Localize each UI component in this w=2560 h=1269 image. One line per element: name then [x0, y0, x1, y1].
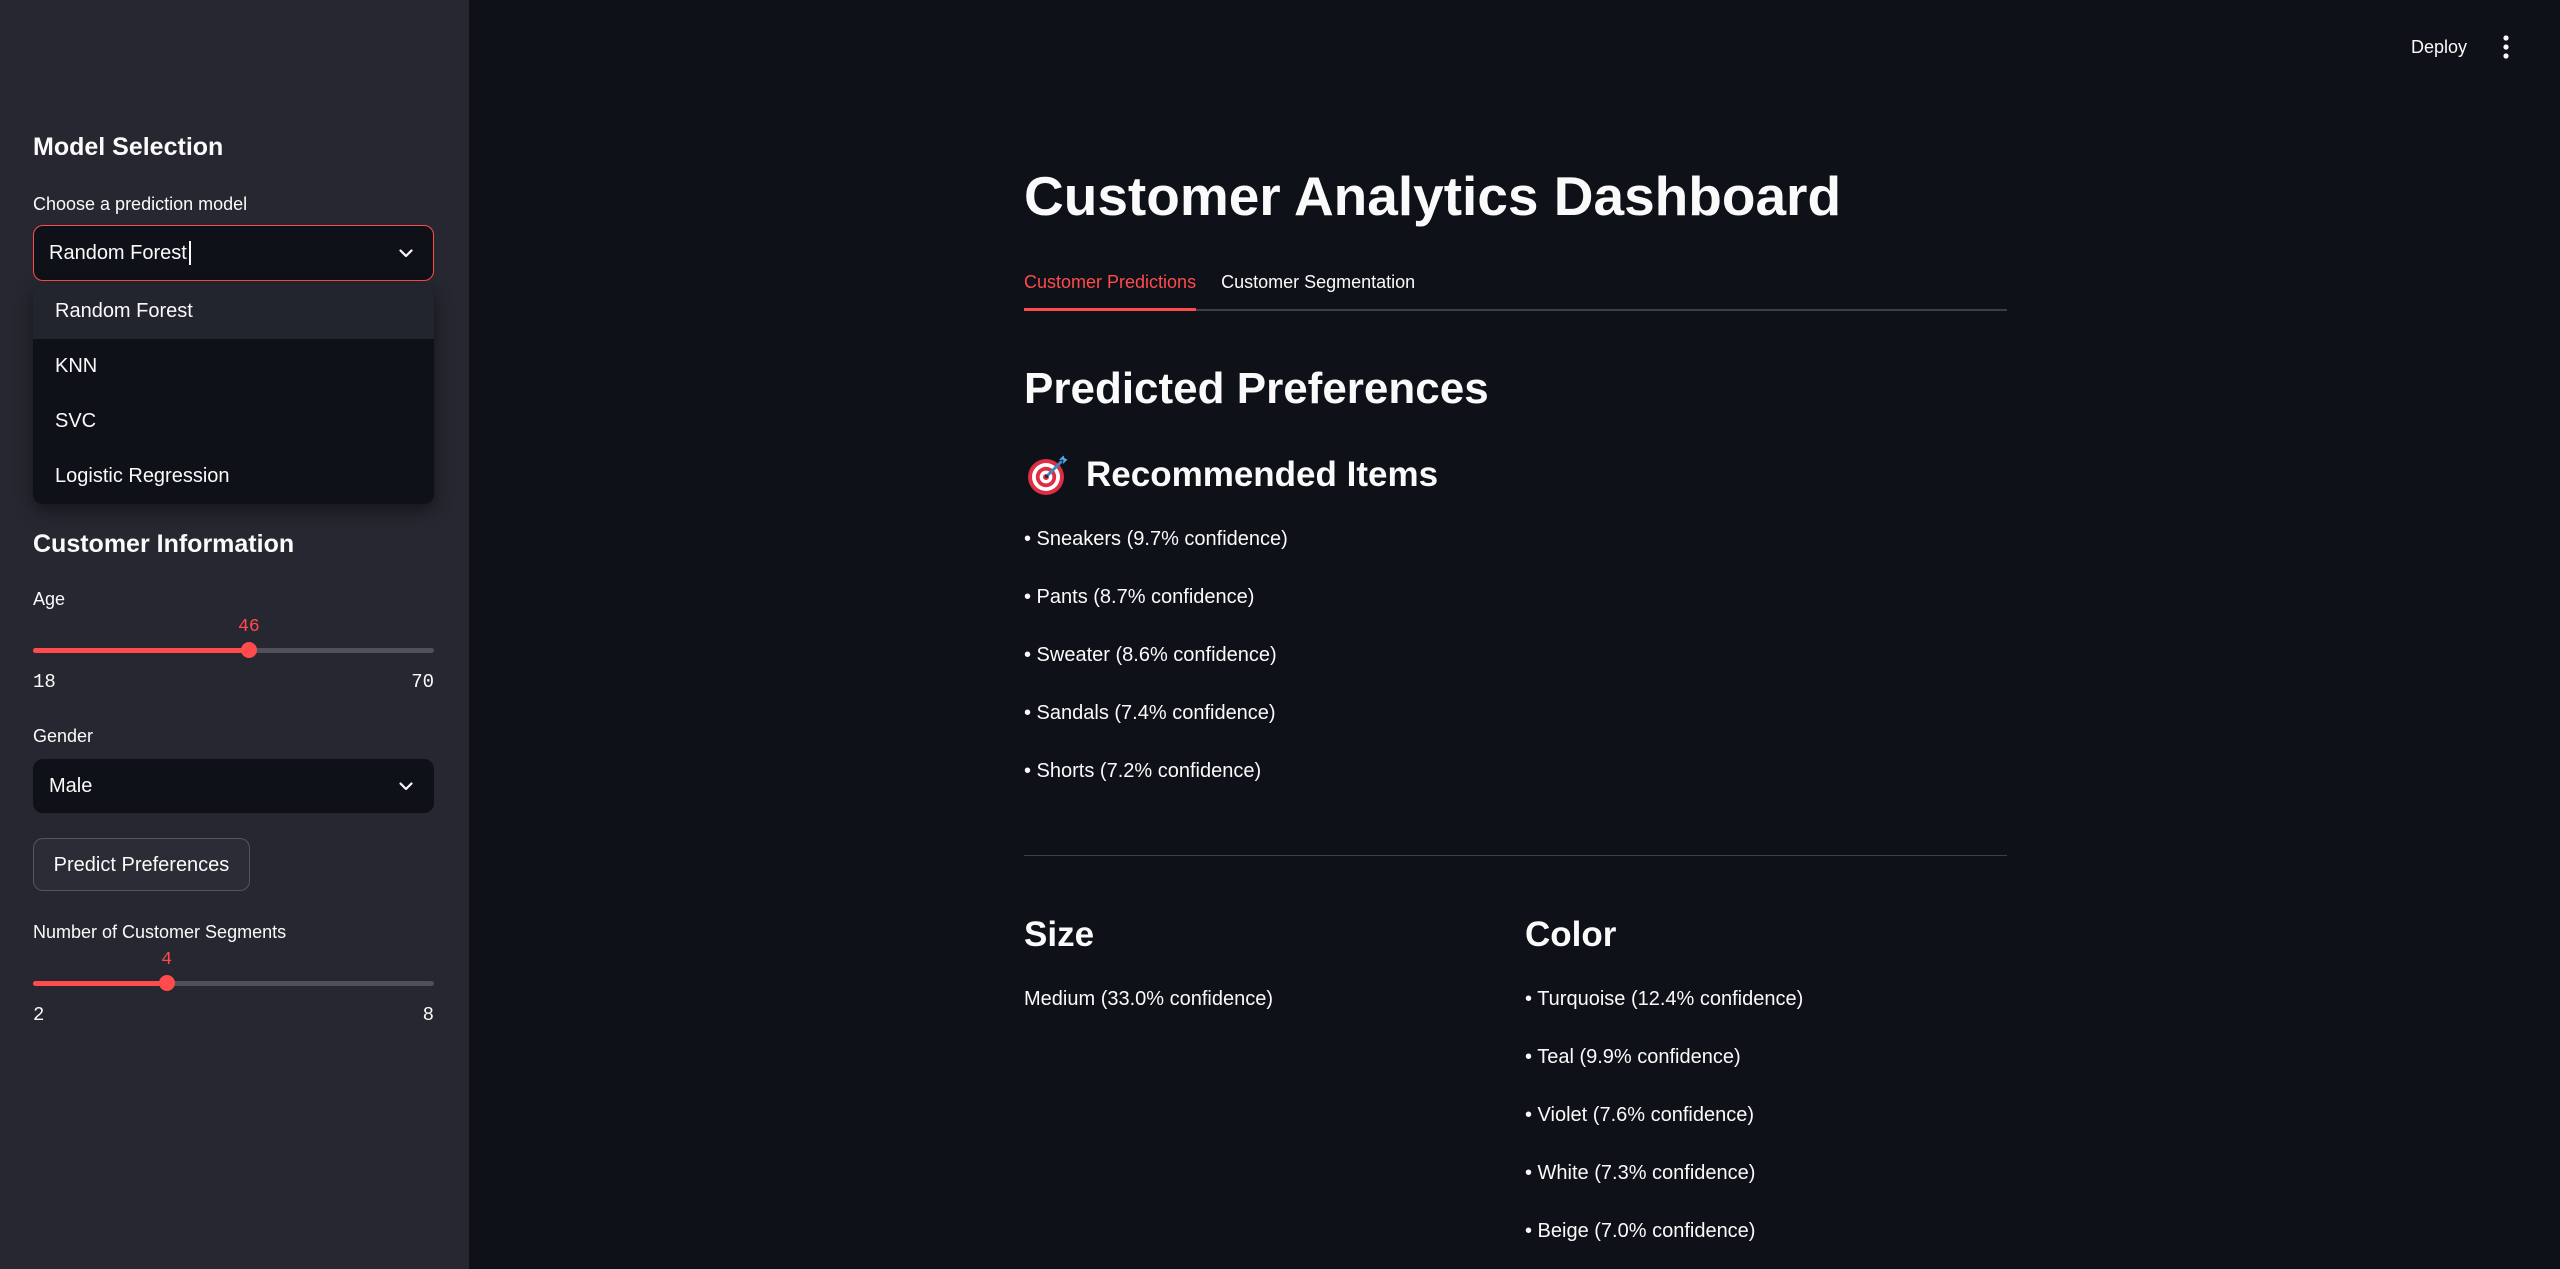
deploy-button[interactable]: Deploy [2411, 36, 2467, 58]
recommended-items-title: Recommended Items [1086, 455, 1439, 494]
option-svc[interactable]: SVC [33, 394, 434, 449]
age-slider-track[interactable] [33, 648, 434, 653]
list-item: • Pants (8.7% confidence) [1024, 586, 1255, 608]
tab-bar: Customer Predictions Customer Segmentati… [1024, 271, 2007, 311]
direct-hit-icon [1027, 454, 1069, 496]
size-column: Size Medium (33.0% confidence) [1024, 914, 1273, 1011]
option-logistic-regression[interactable]: Logistic Regression [33, 449, 434, 504]
model-select-label: Choose a prediction model [33, 194, 248, 214]
tab-customer-predictions[interactable]: Customer Predictions [1024, 271, 1197, 311]
segments-slider-value: 4 [161, 950, 173, 970]
list-item: • White (7.3% confidence) [1525, 1162, 1756, 1184]
section-title: Predicted Preferences [1024, 364, 1489, 413]
predict-preferences-button[interactable]: Predict Preferences [33, 838, 250, 891]
segments-slider-fill [33, 981, 167, 986]
age-slider[interactable]: 46 18 70 [33, 616, 434, 696]
kebab-menu-icon[interactable] [2502, 35, 2510, 59]
age-label: Age [33, 589, 66, 609]
option-random-forest[interactable]: Random Forest [33, 284, 434, 339]
segments-label: Number of Customer Segments [33, 922, 287, 942]
segments-slider[interactable]: 4 2 8 [33, 949, 434, 1029]
list-item: • Sandals (7.4% confidence) [1024, 702, 1276, 724]
chevron-down-icon[interactable] [396, 243, 416, 263]
option-knn[interactable]: KNN [33, 339, 434, 394]
age-slider-min: 18 [33, 671, 56, 693]
segments-slider-track[interactable] [33, 981, 434, 986]
model-selection-heading: Model Selection [33, 133, 224, 161]
recommended-items-list: • Sneakers (9.7% confidence) • Pants (8.… [1024, 527, 1288, 783]
size-heading: Size [1024, 915, 1095, 954]
text-cursor [188, 241, 191, 265]
divider [1024, 855, 2007, 856]
segments-slider-thumb[interactable] [158, 975, 175, 991]
list-item: • Beige (7.0% confidence) [1525, 1220, 1756, 1242]
list-item: • Sweater (8.6% confidence) [1024, 644, 1277, 666]
age-slider-thumb[interactable] [240, 642, 257, 658]
segments-slider-min: 2 [33, 1004, 45, 1026]
segments-slider-max: 8 [422, 1004, 434, 1026]
color-list: • Turquoise (12.4% confidence) • Teal (9… [1525, 987, 1803, 1243]
color-column: Color • Turquoise (12.4% confidence) • T… [1525, 914, 1803, 1243]
gender-select-value[interactable]: Male [49, 774, 92, 798]
age-slider-fill [33, 648, 249, 653]
model-options-dropdown: Random Forest KNN SVC Logistic Regressio… [33, 284, 434, 504]
tab-list: Customer Predictions Customer Segmentati… [1024, 271, 1415, 311]
age-slider-value: 46 [238, 617, 260, 637]
age-slider-max: 70 [411, 671, 434, 693]
sidebar: Model Selection Choose a prediction mode… [0, 0, 469, 1269]
model-select[interactable]: Random Forest [33, 225, 434, 281]
list-item: • Turquoise (12.4% confidence) [1525, 988, 1804, 1010]
gender-label: Gender [33, 726, 94, 746]
list-item: • Violet (7.6% confidence) [1525, 1104, 1754, 1126]
color-heading: Color [1525, 915, 1617, 954]
list-item: • Shorts (7.2% confidence) [1024, 760, 1262, 782]
gender-select[interactable]: Male [33, 759, 434, 813]
customer-information-heading: Customer Information [33, 530, 295, 558]
chevron-down-icon[interactable] [396, 776, 416, 796]
list-item: • Sneakers (9.7% confidence) [1024, 528, 1288, 550]
size-prediction: Medium (33.0% confidence) [1024, 988, 1274, 1010]
page-title: Customer Analytics Dashboard [1024, 165, 1842, 227]
list-item: • Teal (9.9% confidence) [1525, 1046, 1741, 1068]
model-select-value[interactable]: Random Forest [49, 241, 187, 265]
tab-customer-segmentation[interactable]: Customer Segmentation [1221, 271, 1415, 311]
recommended-items-heading: Recommended Items [1024, 454, 1438, 496]
